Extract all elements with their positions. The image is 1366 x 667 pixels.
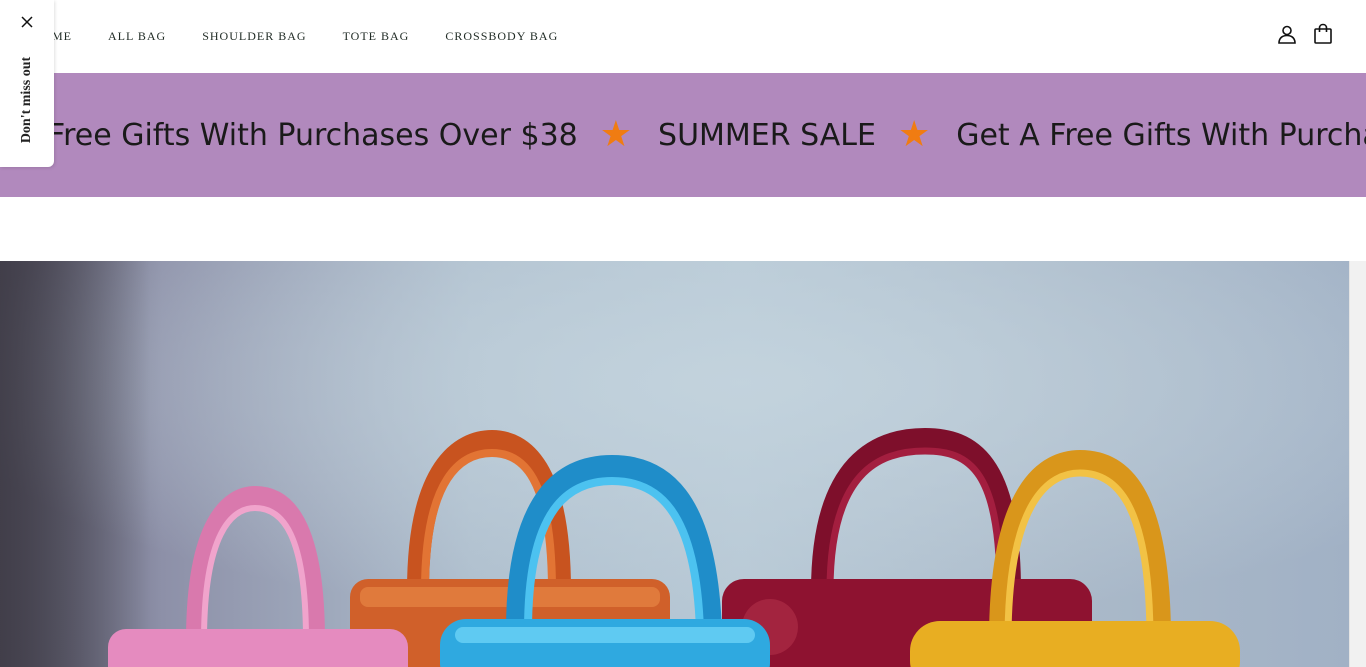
- main-nav: ME ALL BAG SHOULDER BAG TOTE BAG CROSSBO…: [20, 0, 558, 73]
- announcement-marquee: Free Gifts With Purchases Over $38 ★ SUM…: [48, 73, 1366, 197]
- header-actions: [1277, 23, 1333, 45]
- nav-crossbody-bag-link[interactable]: CROSSBODY BAG: [445, 29, 558, 44]
- announcement-message: Get A Free Gifts With Purchases O: [956, 117, 1366, 153]
- shopping-bag-icon[interactable]: [1313, 23, 1333, 45]
- dont-miss-out-tab[interactable]: Don't miss out: [0, 0, 54, 167]
- star-icon: ★: [897, 114, 931, 155]
- hero-banner: [0, 261, 1349, 667]
- announcement-message: SUMMER SALE: [658, 117, 876, 153]
- colorful-handbags-hero-image: [0, 261, 1349, 667]
- nav-shoulder-bag-link[interactable]: SHOULDER BAG: [202, 29, 306, 44]
- dont-miss-out-label[interactable]: Don't miss out: [19, 57, 35, 143]
- page-scrollbar[interactable]: [1349, 261, 1366, 667]
- star-icon: ★: [599, 114, 633, 155]
- nav-tote-bag-link[interactable]: TOTE BAG: [343, 29, 410, 44]
- announcement-message: Free Gifts With Purchases Over $38: [48, 117, 578, 153]
- close-icon[interactable]: [19, 14, 35, 30]
- announcement-bar: Free Gifts With Purchases Over $38 ★ SUM…: [0, 73, 1366, 197]
- site-header: ME ALL BAG SHOULDER BAG TOTE BAG CROSSBO…: [0, 0, 1366, 73]
- user-icon[interactable]: [1277, 23, 1297, 45]
- nav-all-bag-link[interactable]: ALL BAG: [108, 29, 166, 44]
